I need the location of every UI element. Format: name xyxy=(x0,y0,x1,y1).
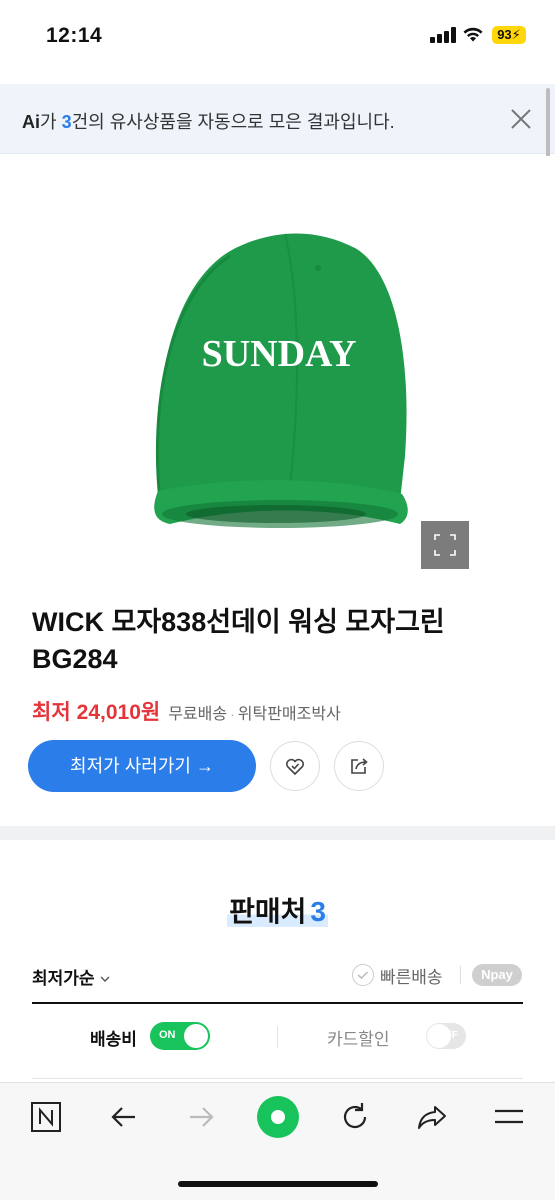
close-icon[interactable] xyxy=(506,104,536,134)
card-toggle-text: OFF xyxy=(438,1030,458,1041)
fast-shipping-checkbox[interactable] xyxy=(352,964,374,986)
share-arrow-icon[interactable] xyxy=(413,1098,451,1136)
npay-filter[interactable]: Npay xyxy=(472,964,522,986)
chevron-down-icon xyxy=(100,976,110,982)
wishlist-button[interactable] xyxy=(270,741,320,791)
toggle-divider xyxy=(277,1026,278,1048)
ai-banner-message: 건의 유사상품을 자동으로 모은 결과입니다. xyxy=(71,112,395,132)
ai-banner-prefix: 가 xyxy=(40,112,62,132)
product-title: WICK 모자838선데이 워싱 모자그린 BG284 xyxy=(32,607,445,674)
sellers-count: 3 xyxy=(310,896,326,927)
expand-button[interactable] xyxy=(421,521,469,569)
n-home-icon[interactable] xyxy=(27,1098,65,1136)
share-button[interactable] xyxy=(334,741,384,791)
toggle-knob xyxy=(184,1024,208,1048)
sort-label: 최저가순 xyxy=(32,969,95,988)
shipping-fee-toggle[interactable]: ON xyxy=(150,1022,210,1050)
ai-banner: Ai가 3건의 유사상품을 자동으로 모은 결과입니다. xyxy=(0,84,555,154)
page: 12:14 93⚡ Ai가 3건의 유사상품을 자동으로 모은 결과입니다. S… xyxy=(0,0,555,1200)
card-discount-toggle[interactable]: OFF xyxy=(426,1023,466,1049)
wifi-icon xyxy=(463,27,483,42)
share-icon xyxy=(351,758,368,774)
shipping-toggle-text: ON xyxy=(159,1029,176,1041)
price-value: 24,010원 xyxy=(76,701,161,724)
sort-dropdown[interactable]: 최저가순 xyxy=(32,964,111,989)
cap-logo-text: SUNDAY xyxy=(202,333,357,375)
section-divider xyxy=(0,826,555,840)
price-row: 최저 24,010원 무료배송 · 위탁판매조박사 xyxy=(32,696,341,726)
menu-icon[interactable] xyxy=(490,1098,528,1136)
separator-dot: · xyxy=(230,706,235,722)
sellers-heading: 판매처 3 xyxy=(0,890,555,930)
product-image[interactable]: SUNDAY xyxy=(0,156,555,576)
shipping-fee-label: 배송비 xyxy=(90,1030,137,1049)
green-dot-icon[interactable] xyxy=(255,1094,301,1140)
expand-icon xyxy=(434,534,456,556)
list-header-divider xyxy=(32,1002,523,1004)
ai-banner-text: Ai가 3건의 유사상품을 자동으로 모은 결과입니다. xyxy=(22,108,395,134)
ai-banner-count: 3 xyxy=(61,112,72,132)
heart-icon xyxy=(286,758,304,776)
battery-level: 93 xyxy=(497,27,512,42)
card-discount-label: 카드할인 xyxy=(327,1030,390,1049)
status-time: 12:14 xyxy=(46,24,103,47)
status-bar: 12:14 93⚡ xyxy=(0,0,555,70)
home-indicator[interactable] xyxy=(178,1181,378,1187)
battery-icon: 93⚡ xyxy=(492,26,526,44)
buy-lowest-price-button[interactable]: 최저가 사러가기 → xyxy=(28,740,256,792)
forward-arrow-icon[interactable] xyxy=(182,1098,220,1136)
back-arrow-icon[interactable] xyxy=(105,1098,143,1136)
refresh-icon[interactable] xyxy=(336,1098,374,1136)
seller-name[interactable]: 위탁판매조박사 xyxy=(238,706,341,723)
ai-logo: Ai xyxy=(22,112,40,132)
options-divider xyxy=(32,1078,523,1079)
filter-divider xyxy=(460,966,461,984)
fast-shipping-label[interactable]: 빠른배송 xyxy=(380,963,443,988)
cap-illustration: SUNDAY xyxy=(154,233,408,528)
sellers-title: 판매처 xyxy=(229,896,307,927)
shipping-info: 무료배송 xyxy=(168,706,228,723)
price-label: 최저 xyxy=(32,701,71,724)
signal-icon xyxy=(430,27,456,43)
check-icon xyxy=(357,971,369,980)
